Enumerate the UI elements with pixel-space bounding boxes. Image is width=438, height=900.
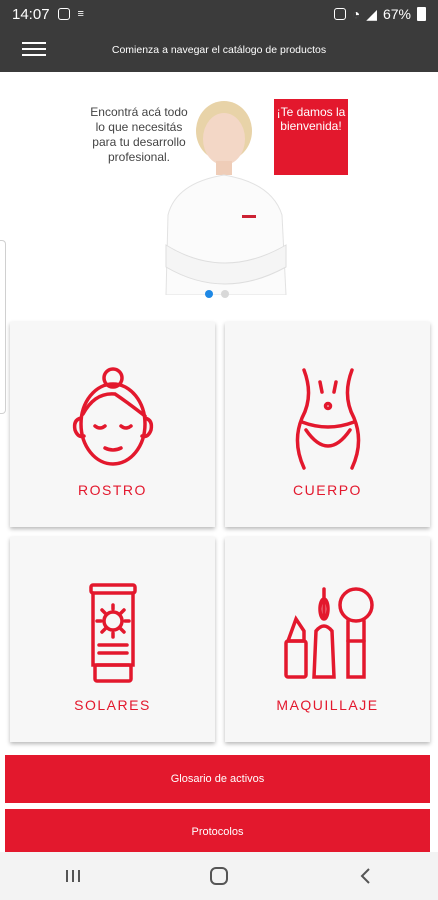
instagram-notification-icon	[57, 8, 70, 20]
welcome-badge: ¡Te damos la bienvenida!	[274, 99, 348, 175]
category-label: CUERPO	[293, 482, 362, 498]
category-label: MAQUILLAJE	[276, 697, 379, 713]
wifi-icon: ◔	[351, 6, 361, 22]
welcome-banner[interactable]: Encontrá acá todo lo que necesitás para …	[84, 85, 354, 295]
drawer-handle[interactable]	[0, 240, 6, 414]
category-card-solares[interactable]: SOLARES	[10, 537, 215, 742]
nfc-icon	[333, 8, 346, 20]
carousel-indicator	[205, 290, 229, 298]
home-icon[interactable]	[199, 856, 239, 896]
category-label: ROSTRO	[78, 482, 147, 498]
category-card-cuerpo[interactable]: CUERPO	[225, 322, 430, 527]
app-title: Comienza a navegar el catálogo de produc…	[111, 44, 327, 56]
glossary-button[interactable]: Glosario de activos	[5, 755, 430, 803]
category-card-maquillaje[interactable]: MAQUILLAJE	[225, 537, 430, 742]
status-time: 14:07	[12, 5, 50, 23]
back-icon[interactable]	[345, 856, 385, 896]
professional-model-image	[165, 101, 287, 295]
carousel-dot-1[interactable]	[205, 290, 213, 298]
category-card-rostro[interactable]: ROSTRO	[10, 322, 215, 527]
signal-notification-icon: ≡	[77, 8, 84, 20]
system-navigation-bar	[0, 852, 438, 900]
app-bar: Comienza a navegar el catálogo de produc…	[0, 28, 438, 72]
battery-icon	[417, 7, 426, 21]
makeup-icon	[283, 587, 374, 679]
body-icon	[295, 368, 360, 470]
recent-apps-icon[interactable]	[53, 856, 93, 896]
protocols-button[interactable]: Protocolos	[5, 809, 430, 853]
battery-percent: 67%	[382, 6, 411, 22]
sunscreen-icon	[88, 583, 137, 683]
carousel-dot-2[interactable]	[221, 290, 229, 298]
category-label: SOLARES	[74, 697, 151, 713]
cell-signal-icon: ◢	[366, 5, 377, 22]
face-icon	[72, 367, 153, 466]
status-bar: 14:07 ≡ ◔ ◢ 67%	[0, 0, 438, 28]
